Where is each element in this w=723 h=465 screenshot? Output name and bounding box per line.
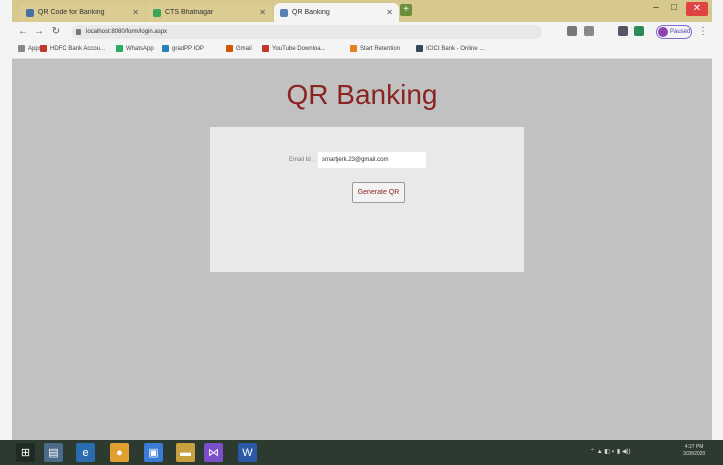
avatar: [658, 27, 668, 37]
clock[interactable]: 4:27 PM 3/28/2020: [683, 444, 705, 458]
extension-icon[interactable]: [584, 26, 594, 36]
folder-icon[interactable]: ▬: [176, 443, 195, 462]
taskbar: ⊞ ▤ e ● ▣ ▬ ⋈ W ⌃ ▲ ◧ ◐ ▮ ◀)) 4:27 PM 3/…: [0, 440, 723, 465]
tab-title: QR Code for Banking: [38, 9, 105, 16]
bookmark-item[interactable]: ICICI Bank - Online ...: [416, 45, 484, 52]
maximize-button[interactable]: □: [666, 2, 682, 13]
clock-date: 3/28/2020: [683, 451, 706, 457]
bookmark-item[interactable]: Start Retention: [350, 45, 400, 52]
address-bar[interactable]: localhost:8080/form/login.aspx: [72, 25, 542, 39]
tab-title: CTS Bhatnagar: [165, 9, 214, 16]
bookmark-favicon-icon: [262, 45, 269, 52]
bookmark-favicon-icon: [226, 45, 233, 52]
system-tray[interactable]: ⌃ ▲ ◧ ◐ ▮ ◀)): [590, 448, 631, 455]
email-label: Email Id :: [289, 157, 315, 163]
menu-icon[interactable]: ⋮: [696, 25, 710, 39]
window-frame-left: [0, 0, 12, 465]
extension-icon[interactable]: [618, 26, 628, 36]
minimize-button[interactable]: –: [648, 2, 664, 13]
chrome-icon[interactable]: ●: [110, 443, 129, 462]
star-icon[interactable]: [567, 26, 577, 36]
app-icon[interactable]: ▣: [144, 443, 163, 462]
address-text: localhost:8080/form/login.aspx: [86, 29, 168, 35]
bookmark-favicon-icon: [416, 45, 423, 52]
bookmark-favicon-icon: [40, 45, 47, 52]
bookmark-item[interactable]: WhatsApp: [116, 45, 154, 52]
page-content: QR Banking Email Id : Generate QR: [12, 59, 712, 440]
bookmark-favicon-icon: [350, 45, 357, 52]
tab-title: QR Banking: [292, 9, 330, 16]
bookmark-favicon-icon: [116, 45, 123, 52]
tab-favicon-icon: [280, 8, 288, 17]
forward-arrow-icon[interactable]: →: [32, 25, 46, 39]
bookmark-item[interactable]: Apps: [18, 45, 42, 52]
tab-favicon-icon: [26, 8, 34, 17]
login-form: Email Id : Generate QR: [210, 127, 524, 272]
word-icon[interactable]: W: [238, 443, 257, 462]
tab-qr-banking[interactable]: QR Banking ✕: [274, 3, 399, 22]
bookmark-item[interactable]: Gmail: [226, 45, 252, 52]
close-window-button[interactable]: ✕: [686, 2, 708, 16]
internet-explorer-icon[interactable]: e: [76, 443, 95, 462]
apps-icon: [18, 45, 25, 52]
browser-window: QR Code for Banking ✕ CTS Bhatnagar ✕ QR…: [12, 0, 712, 440]
reload-icon[interactable]: ↻: [49, 25, 63, 39]
windows-start-icon[interactable]: ⊞: [16, 443, 35, 462]
bookmarks-bar: Apps HDFC Bank Accou... WhatsApp gradPP …: [12, 42, 712, 59]
email-field[interactable]: [318, 152, 426, 168]
tab-favicon-icon: [153, 8, 161, 17]
back-arrow-icon[interactable]: ←: [16, 25, 30, 39]
tab-close-icon[interactable]: ✕: [259, 8, 266, 17]
tab-close-icon[interactable]: ✕: [132, 8, 139, 17]
tab-bar: QR Code for Banking ✕ CTS Bhatnagar ✕ QR…: [12, 0, 712, 22]
new-tab-button[interactable]: +: [400, 4, 412, 16]
bookmark-favicon-icon: [162, 45, 169, 52]
browser-toolbar: ← → ↻ localhost:8080/form/login.aspx Pau…: [12, 22, 712, 42]
generate-qr-button[interactable]: Generate QR: [352, 182, 405, 203]
window-frame-right: [712, 0, 723, 440]
tab-close-icon[interactable]: ✕: [386, 8, 393, 17]
clock-time: 4:27 PM: [684, 444, 704, 450]
page-title: QR Banking: [286, 79, 438, 110]
bookmark-item[interactable]: YouTube Downloa...: [262, 45, 326, 52]
bookmark-item[interactable]: gradPP IOP: [162, 45, 204, 52]
tab-qr-code-banking[interactable]: QR Code for Banking ✕: [20, 3, 145, 22]
info-icon[interactable]: [76, 29, 81, 35]
visual-studio-icon[interactable]: ⋈: [204, 443, 223, 462]
bookmark-item[interactable]: HDFC Bank Accou...: [40, 45, 105, 52]
extension-icon[interactable]: [634, 26, 644, 36]
file-explorer-icon[interactable]: ▤: [44, 443, 63, 462]
tab-cts[interactable]: CTS Bhatnagar ✕: [147, 3, 272, 22]
profile-label: Paused: [670, 29, 691, 35]
profile-button[interactable]: Paused: [656, 25, 692, 39]
